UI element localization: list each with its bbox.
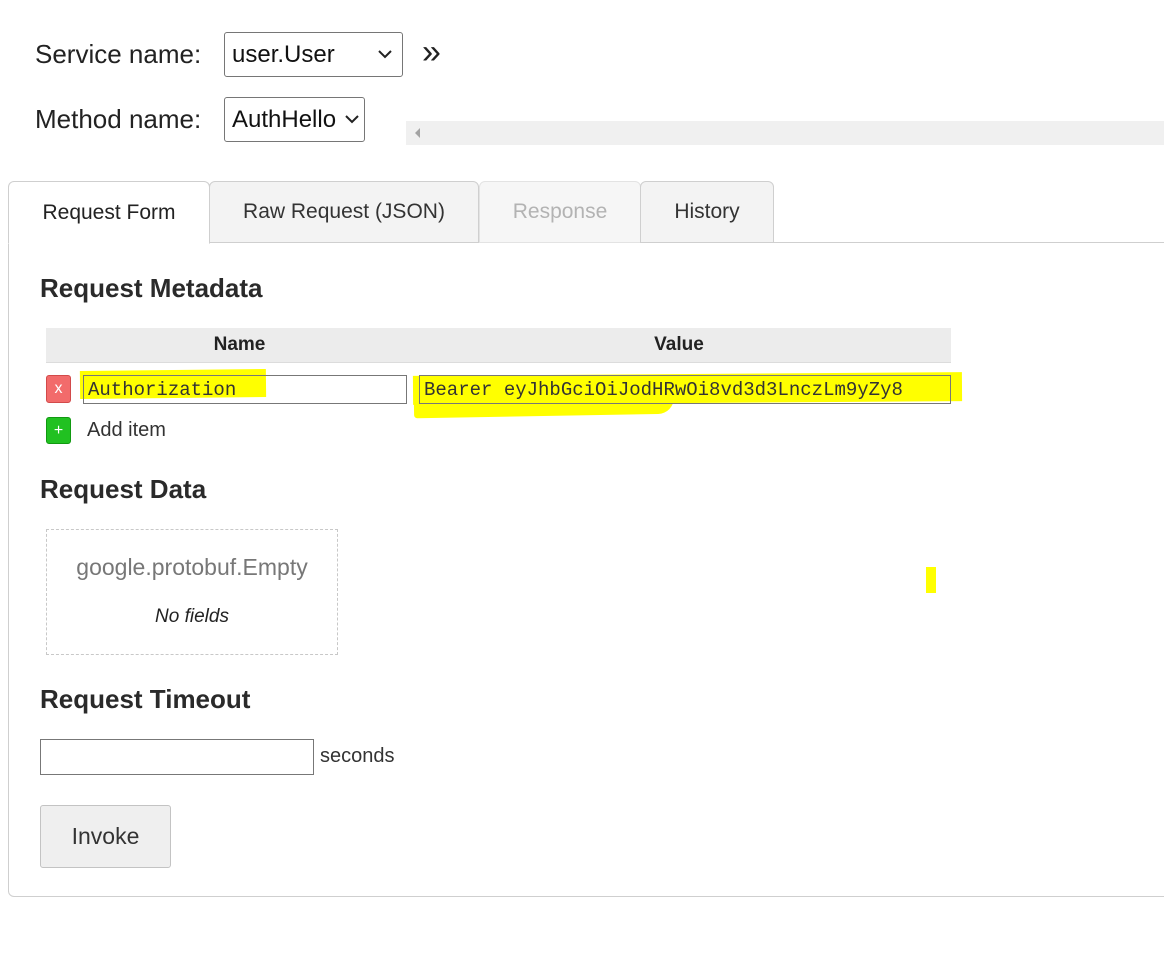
request-data-heading: Request Data — [40, 474, 207, 504]
tab-response: Response — [479, 181, 641, 243]
chevron-down-icon — [344, 115, 360, 124]
add-item-label[interactable]: Add item — [87, 419, 166, 442]
tab-raw-request[interactable]: Raw Request (JSON) — [209, 181, 479, 243]
method-select-value: AuthHello — [232, 105, 337, 133]
metadata-value-input[interactable] — [419, 375, 951, 404]
timeout-input[interactable] — [40, 739, 314, 775]
request-timeout-heading: Request Timeout — [40, 684, 251, 714]
service-select-value: user.User — [232, 40, 335, 68]
add-item-button[interactable]: + — [46, 417, 71, 444]
no-fields-text: No fields — [155, 606, 229, 627]
service-name-label: Service name: — [35, 39, 202, 69]
column-header-name: Name — [213, 334, 266, 355]
message-box: google.protobuf.Empty No fields — [46, 529, 338, 655]
tab-divider — [774, 242, 1164, 243]
horizontal-scrollbar[interactable] — [406, 121, 1164, 145]
message-type-name: google.protobuf.Empty — [76, 554, 308, 580]
method-select[interactable]: AuthHello — [224, 97, 365, 142]
request-metadata-heading: Request Metadata — [40, 273, 263, 303]
invoke-button[interactable]: Invoke — [40, 805, 171, 868]
expand-icon[interactable]: » — [422, 34, 441, 70]
chevron-down-icon — [374, 50, 396, 59]
timeout-unit-label: seconds — [320, 745, 395, 767]
column-header-value: Value — [654, 334, 704, 355]
service-select[interactable]: user.User — [224, 32, 403, 77]
highlight-mark — [926, 567, 936, 593]
remove-metadata-button[interactable]: x — [46, 375, 71, 403]
method-name-label: Method name: — [35, 104, 202, 134]
tab-request-form[interactable]: Request Form — [8, 181, 210, 244]
metadata-table-header: Name Value — [46, 328, 951, 363]
scroll-left-icon[interactable] — [415, 128, 420, 138]
tab-history[interactable]: History — [640, 181, 774, 243]
metadata-name-input[interactable] — [83, 375, 407, 404]
